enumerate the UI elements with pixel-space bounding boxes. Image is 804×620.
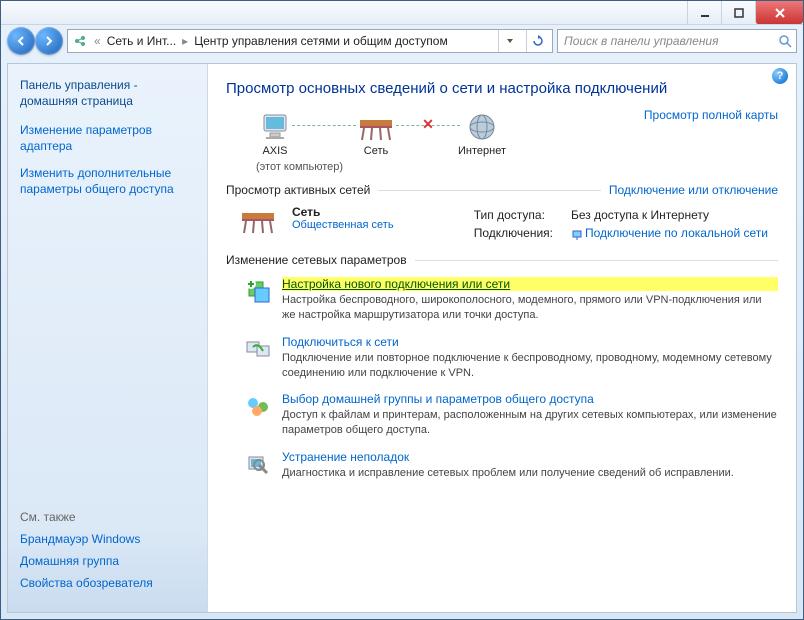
back-button[interactable] (7, 27, 35, 55)
change-settings-header: Изменение сетевых параметров (226, 253, 778, 267)
active-network-row: Сеть Общественная сеть Тип доступа: Без … (236, 205, 778, 243)
task-troubleshoot-link[interactable]: Устранение неполадок (282, 450, 734, 464)
task-description: Доступ к файлам и принтерам, расположенн… (282, 408, 778, 438)
window: « Сеть и Инт... ▸ Центр управления сетям… (0, 0, 804, 620)
section-label: Просмотр активных сетей (226, 183, 370, 197)
bench-icon (354, 109, 398, 145)
connections-label: Подключения: (466, 225, 561, 241)
section-label: Изменение сетевых параметров (226, 253, 407, 267)
network-map: AXIS Сеть Интернет (256, 109, 778, 157)
sidebar-home-link[interactable]: Панель управления - домашняя страница (20, 78, 195, 109)
connection-link[interactable]: Подключение по локальной сети (563, 225, 776, 241)
divider (415, 260, 778, 261)
close-button[interactable] (755, 1, 803, 24)
lan-icon (571, 228, 583, 240)
active-networks-header: Просмотр активных сетей Подключение или … (226, 183, 778, 197)
map-node-label: Сеть (354, 145, 398, 157)
seealso-header: См. также (20, 510, 195, 524)
troubleshoot-icon (244, 450, 272, 478)
task-new-connection: Настройка нового подключения или сети На… (244, 277, 778, 323)
access-type-value: Без доступа к Интернету (563, 207, 776, 223)
this-computer-label: (этот компьютер) (256, 161, 778, 173)
task-troubleshoot: Устранение неполадок Диагностика и испра… (244, 450, 778, 481)
globe-icon (458, 109, 506, 145)
sidebar-sharing-settings-link[interactable]: Изменить дополнительные параметры общего… (20, 166, 195, 197)
address-bar[interactable]: « Сеть и Инт... ▸ Центр управления сетям… (67, 29, 553, 53)
map-connection-broken (396, 125, 460, 126)
map-node-internet: Интернет (458, 109, 506, 157)
search-placeholder: Поиск в панели управления (564, 34, 719, 48)
network-type-link[interactable]: Общественная сеть (292, 219, 394, 231)
maximize-button[interactable] (721, 1, 755, 24)
breadcrumb-separator: « (94, 34, 101, 48)
map-node-network: Сеть (354, 109, 398, 157)
computer-icon (256, 109, 294, 145)
network-center-icon (72, 33, 88, 49)
map-node-label: Интернет (458, 145, 506, 157)
sidebar-adapter-settings-link[interactable]: Изменение параметров адаптера (20, 123, 195, 154)
connect-network-icon (244, 335, 272, 363)
task-connect-network-link[interactable]: Подключиться к сети (282, 335, 778, 349)
page-title: Просмотр основных сведений о сети и наст… (226, 80, 778, 97)
divider (378, 190, 601, 191)
sidebar: Панель управления - домашняя страница Из… (8, 64, 208, 612)
access-type-label: Тип доступа: (466, 207, 561, 223)
main-pane: Просмотр основных сведений о сети и наст… (208, 64, 796, 612)
nav-toolbar: « Сеть и Инт... ▸ Центр управления сетям… (1, 25, 803, 57)
breadcrumb-item[interactable]: Сеть и Инт... (107, 34, 176, 48)
task-connect-network: Подключиться к сети Подключение или повт… (244, 335, 778, 381)
minimize-button[interactable] (687, 1, 721, 24)
seealso-homegroup-link[interactable]: Домашняя группа (20, 554, 195, 568)
address-dropdown[interactable] (498, 30, 520, 52)
task-description: Настройка беспроводного, широкополосного… (282, 293, 778, 323)
breadcrumb-chevron-icon: ▸ (182, 34, 188, 48)
map-node-label: AXIS (256, 145, 294, 157)
search-input[interactable]: Поиск в панели управления (557, 29, 797, 53)
homegroup-icon (244, 392, 272, 420)
titlebar (1, 1, 803, 25)
search-icon (778, 34, 792, 48)
forward-button[interactable] (35, 27, 63, 55)
map-connection-ok (292, 125, 356, 126)
task-homegroup: Выбор домашней группы и параметров общег… (244, 392, 778, 438)
task-homegroup-link[interactable]: Выбор домашней группы и параметров общег… (282, 392, 778, 406)
refresh-button[interactable] (526, 30, 548, 52)
task-description: Диагностика и исправление сетевых пробле… (282, 466, 734, 481)
connection-link-label: Подключение по локальной сети (585, 226, 768, 240)
connect-disconnect-link[interactable]: Подключение или отключение (609, 183, 778, 197)
sidebar-seealso: См. также Брандмауэр Windows Домашняя гр… (20, 510, 195, 598)
task-description: Подключение или повторное подключение к … (282, 351, 778, 381)
content-pane: ? Панель управления - домашняя страница … (7, 63, 797, 613)
seealso-firewall-link[interactable]: Брандмауэр Windows (20, 532, 195, 546)
breadcrumb-item[interactable]: Центр управления сетями и общим доступом (194, 34, 448, 48)
network-properties: Тип доступа: Без доступа к Интернету Под… (464, 205, 778, 243)
network-info: Сеть Общественная сеть (292, 205, 394, 231)
seealso-browser-props-link[interactable]: Свойства обозревателя (20, 576, 195, 590)
new-connection-icon (244, 277, 272, 305)
task-new-connection-link[interactable]: Настройка нового подключения или сети (282, 277, 778, 291)
bench-icon (236, 205, 280, 237)
network-name: Сеть (292, 205, 394, 219)
nav-buttons (7, 27, 63, 55)
map-node-computer: AXIS (256, 109, 294, 157)
